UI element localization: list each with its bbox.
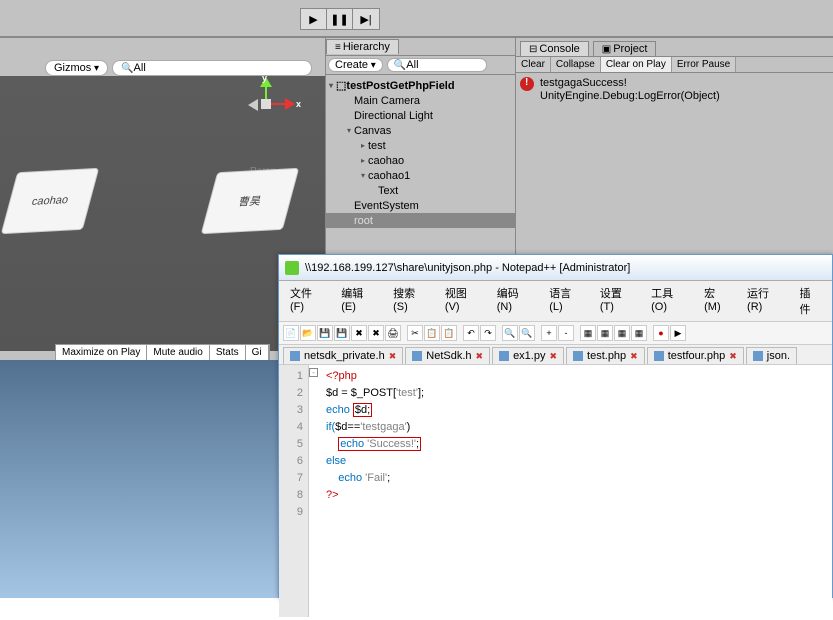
- maximize-toggle[interactable]: Maximize on Play: [56, 345, 147, 360]
- file-tab[interactable]: json.: [746, 347, 797, 364]
- scene-row[interactable]: ▾⬚ testPostGetPhpField: [326, 78, 515, 93]
- hierarchy-item[interactable]: ▸test: [326, 138, 515, 153]
- collapse-toggle[interactable]: Collapse: [551, 57, 601, 72]
- hierarchy-search[interactable]: 🔍All: [387, 58, 487, 72]
- scene-view[interactable]: y x Persp caohao 曹昊: [0, 76, 325, 351]
- file-tab[interactable]: ex1.py✖: [492, 347, 564, 364]
- menu-tools[interactable]: 工具(O): [644, 283, 695, 319]
- console-tab[interactable]: ⊟ Console: [520, 41, 589, 56]
- clear-on-play-toggle[interactable]: Clear on Play: [601, 57, 672, 72]
- zoomin-icon[interactable]: +: [541, 325, 557, 341]
- playback-icon[interactable]: ▶: [670, 325, 686, 341]
- menu-plugins[interactable]: 插件: [792, 283, 828, 319]
- mute-toggle[interactable]: Mute audio: [147, 345, 209, 360]
- window-titlebar[interactable]: \\192.168.199.127\share\unityjson.php - …: [279, 255, 832, 281]
- app-icon: [285, 261, 299, 275]
- code-area[interactable]: - <?php $d = $_POST['test']; echo $d; if…: [309, 365, 832, 617]
- hierarchy-item[interactable]: EventSystem: [326, 198, 515, 213]
- scene-object-caohao-cn[interactable]: 曹昊: [202, 169, 298, 233]
- menu-file[interactable]: 文件(F): [283, 283, 332, 319]
- step-button[interactable]: ▶|: [353, 9, 379, 29]
- hierarchy-item-selected[interactable]: root: [326, 213, 515, 228]
- hierarchy-item[interactable]: Main Camera: [326, 93, 515, 108]
- new-icon[interactable]: 📄: [283, 325, 299, 341]
- create-dropdown[interactable]: Create ▾: [328, 58, 383, 72]
- pause-button[interactable]: ❚❚: [327, 9, 353, 29]
- file-tabs: netsdk_private.h✖ NetSdk.h✖ ex1.py✖ test…: [279, 345, 832, 365]
- menu-edit[interactable]: 编辑(E): [334, 283, 384, 319]
- find-icon[interactable]: 🔍: [502, 325, 518, 341]
- scene-footer: Maximize on Play Mute audio Stats Gi: [55, 344, 270, 361]
- gizmos-dropdown[interactable]: Gizmos ▾: [45, 60, 108, 76]
- play-button[interactable]: ▶: [301, 9, 327, 29]
- stats-toggle[interactable]: Stats: [210, 345, 246, 360]
- window-title: \\192.168.199.127\share\unityjson.php - …: [305, 262, 630, 274]
- clear-button[interactable]: Clear: [516, 57, 551, 72]
- toolbar: 📄 📂 💾 💾 ✖ ✖ 🖨 ✂ 📋 📋 ↶ ↷ 🔍 🔍 + - ▦ ▦ ▦ ▦ …: [279, 322, 832, 345]
- notepadpp-window: \\192.168.199.127\share\unityjson.php - …: [278, 254, 833, 598]
- error-pause-toggle[interactable]: Error Pause: [672, 57, 736, 72]
- tool-icon[interactable]: ▦: [631, 325, 647, 341]
- file-tab[interactable]: test.php✖: [566, 347, 645, 364]
- record-icon[interactable]: ●: [653, 325, 669, 341]
- tool-icon[interactable]: ▦: [614, 325, 630, 341]
- error-icon: [520, 77, 534, 91]
- menu-language[interactable]: 语言(L): [542, 283, 591, 319]
- menu-encoding[interactable]: 编码(N): [490, 283, 540, 319]
- console-message[interactable]: testgagaSuccess!UnityEngine.Debug:LogErr…: [516, 73, 833, 107]
- cut-icon[interactable]: ✂: [407, 325, 423, 341]
- hierarchy-item[interactable]: Text: [326, 183, 515, 198]
- file-tab[interactable]: testfour.php✖: [647, 347, 744, 364]
- redo-icon[interactable]: ↷: [480, 325, 496, 341]
- code-editor[interactable]: 123 456 789 - <?php $d = $_POST['test'];…: [279, 365, 832, 617]
- game-view: [0, 360, 280, 598]
- hierarchy-item[interactable]: ▾Canvas: [326, 123, 515, 138]
- hierarchy-item[interactable]: Directional Light: [326, 108, 515, 123]
- play-controls: ▶ ❚❚ ▶|: [300, 8, 380, 30]
- gizmos-toggle[interactable]: Gi: [246, 345, 269, 360]
- closeall-icon[interactable]: ✖: [368, 325, 384, 341]
- hierarchy-item[interactable]: ▸caohao: [326, 153, 515, 168]
- menu-run[interactable]: 运行(R): [740, 283, 790, 319]
- tool-icon[interactable]: ▦: [597, 325, 613, 341]
- file-tab[interactable]: netsdk_private.h✖: [283, 347, 403, 364]
- menu-macro[interactable]: 宏(M): [697, 283, 738, 319]
- zoomout-icon[interactable]: -: [558, 325, 574, 341]
- file-tab[interactable]: NetSdk.h✖: [405, 347, 490, 364]
- undo-icon[interactable]: ↶: [463, 325, 479, 341]
- save-icon[interactable]: 💾: [317, 325, 333, 341]
- saveall-icon[interactable]: 💾: [334, 325, 350, 341]
- hierarchy-tab[interactable]: ≡ Hierarchy: [326, 39, 399, 54]
- scene-object-caohao[interactable]: caohao: [2, 169, 98, 233]
- menu-search[interactable]: 搜索(S): [386, 283, 436, 319]
- tool-icon[interactable]: ▦: [580, 325, 596, 341]
- copy-icon[interactable]: 📋: [424, 325, 440, 341]
- close-icon[interactable]: ✖: [351, 325, 367, 341]
- hierarchy-tree: ▾⬚ testPostGetPhpField Main Camera Direc…: [326, 75, 515, 231]
- scene-search[interactable]: 🔍All: [112, 60, 312, 76]
- open-icon[interactable]: 📂: [300, 325, 316, 341]
- replace-icon[interactable]: 🔍: [519, 325, 535, 341]
- menu-view[interactable]: 视图(V): [438, 283, 488, 319]
- line-numbers: 123 456 789: [279, 365, 309, 617]
- menu-settings[interactable]: 设置(T): [593, 283, 642, 319]
- project-tab[interactable]: ▣ Project: [593, 41, 657, 56]
- hierarchy-item[interactable]: ▾caohao1: [326, 168, 515, 183]
- menu-bar: 文件(F) 编辑(E) 搜索(S) 视图(V) 编码(N) 语言(L) 设置(T…: [279, 281, 832, 322]
- paste-icon[interactable]: 📋: [441, 325, 457, 341]
- print-icon[interactable]: 🖨: [385, 325, 401, 341]
